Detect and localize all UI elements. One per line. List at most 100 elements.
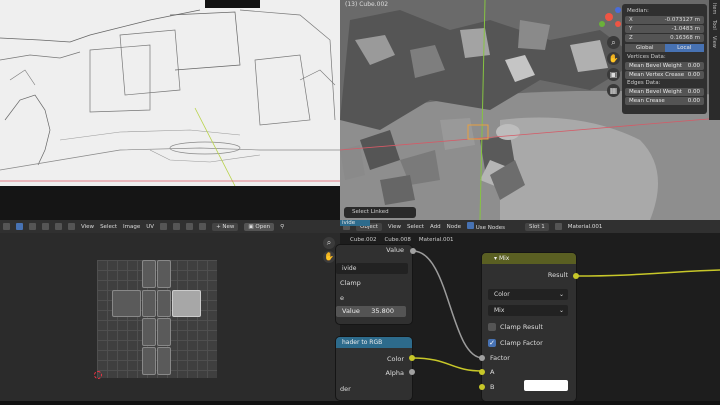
alpha-output-socket[interactable] (409, 369, 415, 375)
uv-island[interactable] (142, 318, 156, 346)
uv-island[interactable] (142, 260, 156, 288)
hand-pan-icon[interactable]: ✋ (323, 251, 335, 263)
clamp-factor-label: Clamp Factor (500, 339, 543, 347)
mean-crease-field[interactable]: Mean Crease 0.00 (625, 97, 704, 105)
result-output-socket[interactable] (573, 273, 579, 279)
z-label: Z (629, 35, 633, 41)
value-field[interactable]: Value 35.800 (336, 306, 406, 317)
grid-view-icon[interactable]: ▦ (607, 84, 620, 97)
clamp-factor-checkbox[interactable]: ✓ (488, 339, 496, 347)
x-label: X (629, 17, 633, 23)
z-value: 0.16368 m (670, 35, 700, 41)
new-label: New (222, 223, 235, 230)
mean-bevel-weight-value: 0.00 (687, 63, 700, 69)
b-input-socket[interactable] (479, 384, 485, 390)
vertex-select-icon[interactable] (29, 223, 36, 230)
zoom-icon[interactable]: ⌕ (323, 237, 335, 249)
b-color-swatch[interactable] (524, 380, 568, 391)
color-output-socket[interactable] (409, 355, 415, 361)
a-input-label: A (490, 368, 495, 376)
divide-header-label: ivide (342, 220, 356, 226)
uv-island[interactable] (142, 347, 156, 375)
open-label: Open (255, 223, 271, 230)
zoom-icon[interactable]: ⌕ (607, 36, 620, 49)
shader-node-editor[interactable]: Object View Select Add Node Use Nodes Sl… (336, 220, 720, 405)
uv-island[interactable] (157, 260, 171, 288)
mean-bevel-weight-label: Mean Bevel Weight (629, 63, 682, 69)
editor-type-icon[interactable] (3, 223, 10, 230)
menu-uv[interactable]: UV (146, 224, 154, 230)
pivot-icon[interactable] (160, 223, 168, 230)
shader-to-rgb-node[interactable]: hader to RGB Color Alpha der (336, 337, 412, 400)
edge-mean-bevel-weight-label: Mean Bevel Weight (629, 89, 682, 95)
camera-icon[interactable]: ▣ (607, 68, 620, 81)
divide-node-header: ivide (340, 220, 370, 226)
result-output-label: Result (547, 271, 568, 279)
line-art-drawing (0, 0, 340, 186)
median-x-field[interactable]: X -0.073127 m (625, 16, 704, 24)
menu-image[interactable]: Image (123, 224, 140, 230)
median-label: Median: (627, 8, 649, 14)
math-divide-node[interactable]: Value ivide Clamp e Value 35.800 (336, 245, 412, 324)
mix-node[interactable]: ▾ Mix Result Color ⌄ Mix ⌄ Clamp Result … (482, 253, 576, 401)
uv-editor[interactable]: View Select Image UV + New ▣ Open ⚲ ⌕ ✋ (0, 220, 340, 405)
line-art-viewport[interactable] (0, 0, 340, 186)
uv-island[interactable] (112, 290, 141, 317)
clamp-label: Clamp (340, 279, 361, 287)
mix-node-header: ▾ Mix (482, 253, 576, 264)
uv-grid[interactable] (97, 260, 217, 378)
mean-bevel-weight-field[interactable]: Mean Bevel Weight 0.00 (625, 62, 704, 70)
edge-mean-bevel-weight-field[interactable]: Mean Bevel Weight 0.00 (625, 88, 704, 96)
median-z-field[interactable]: Z 0.16368 m (625, 34, 704, 42)
clamp-result-checkbox[interactable] (488, 323, 496, 331)
value-field-value: 35.800 (371, 307, 394, 315)
factor-input-label: Factor (490, 354, 510, 362)
uv-island[interactable] (157, 318, 171, 346)
tab-view[interactable]: View (709, 33, 719, 51)
mean-vertex-crease-field[interactable]: Mean Vertex Crease 0.00 (625, 71, 704, 79)
global-button[interactable]: Global (625, 44, 665, 52)
collapse-arrow-icon[interactable]: ▾ (494, 255, 497, 262)
uv-island[interactable] (157, 347, 171, 375)
island-select-icon[interactable] (68, 223, 75, 230)
sidebar-tabs[interactable]: Item Tool View (709, 0, 720, 120)
factor-input-socket[interactable] (479, 355, 485, 361)
mean-crease-value: 0.00 (687, 98, 700, 104)
divide-dropdown[interactable]: ivide (336, 263, 408, 274)
uv-island-selected[interactable] (172, 290, 201, 317)
a-input-socket[interactable] (479, 369, 485, 375)
menu-select[interactable]: Select (100, 224, 117, 230)
tab-tool[interactable]: Tool (709, 17, 719, 33)
value-output-socket[interactable] (410, 248, 416, 254)
menu-view[interactable]: View (81, 224, 94, 230)
value-partial-label: e (340, 294, 344, 302)
blend-mode-dropdown[interactable]: Mix ⌄ (488, 305, 568, 316)
vertices-header: Vertices Data: (627, 54, 666, 60)
select-linked-popup[interactable]: Select Linked (344, 207, 416, 218)
uv-sync-icon[interactable] (16, 223, 23, 230)
navigation-gizmo[interactable] (596, 4, 622, 30)
hand-pan-icon[interactable]: ✋ (607, 52, 620, 65)
uv-island[interactable] (142, 290, 156, 317)
mean-crease-label: Mean Crease (629, 98, 665, 104)
uv-island[interactable] (157, 290, 171, 317)
new-image-button[interactable]: + New (212, 222, 239, 231)
y-label: Y (629, 26, 633, 32)
snap-icon[interactable] (173, 223, 181, 230)
data-type-dropdown[interactable]: Color ⌄ (488, 289, 568, 300)
color-output-label: Color (387, 355, 404, 363)
2d-cursor[interactable] (94, 371, 102, 379)
open-image-button[interactable]: ▣ Open (244, 222, 275, 231)
edge-select-icon[interactable] (42, 223, 49, 230)
transform-panel: Median: X -0.073127 m Y -1.0483 m Z 0.16… (622, 4, 707, 114)
local-button[interactable]: Local (664, 44, 704, 52)
face-select-icon[interactable] (55, 223, 62, 230)
space-toggle[interactable]: Global Local (625, 44, 704, 52)
tab-item[interactable]: Item (709, 0, 719, 17)
pin-icon[interactable]: ⚲ (280, 224, 284, 230)
edge-mean-bevel-weight-value: 0.00 (687, 89, 700, 95)
proportional-icon[interactable] (186, 223, 194, 230)
image-browse-icon[interactable] (199, 223, 207, 230)
median-y-field[interactable]: Y -1.0483 m (625, 25, 704, 33)
mean-vertex-crease-value: 0.00 (687, 72, 700, 78)
